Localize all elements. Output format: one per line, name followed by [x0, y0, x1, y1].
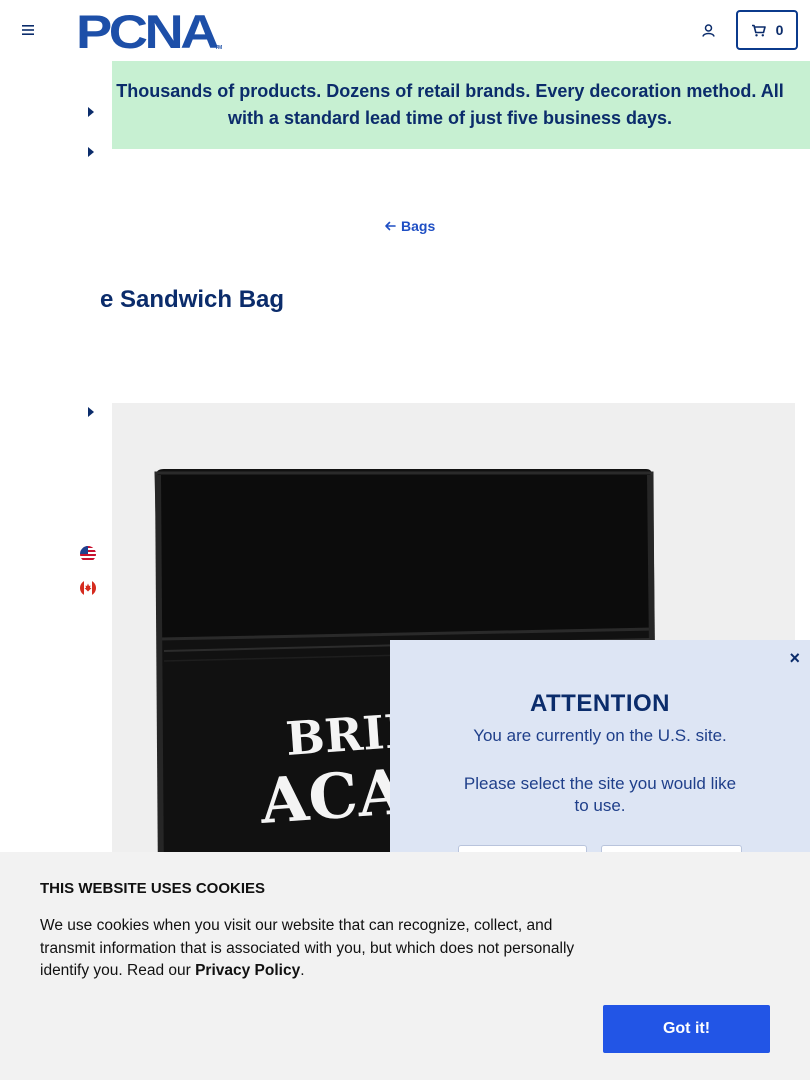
got-it-button[interactable]: Got it!	[603, 1005, 770, 1053]
product-title: e Sandwich Bag	[100, 286, 285, 313]
cookie-body: We use cookies when you visit our websit…	[40, 917, 575, 979]
arrow-left-icon	[385, 221, 396, 231]
select-site-text: Please select the site you would like to…	[463, 774, 737, 815]
back-link-label: Bags	[401, 218, 436, 234]
logo-trademark: TM	[215, 45, 222, 50]
hamburger-icon	[22, 25, 34, 35]
pcna-logo[interactable]: PCNA TM	[76, 5, 224, 58]
caret-right-icon[interactable]	[88, 107, 94, 117]
caret-right-icon[interactable]	[88, 147, 94, 157]
attention-title: ATTENTION	[529, 690, 671, 717]
caret-right-icon[interactable]	[88, 407, 94, 417]
cart-icon	[751, 24, 766, 36]
cookie-title: THIS WEBSITE USES COOKIES	[40, 880, 266, 897]
account-button[interactable]	[698, 20, 718, 40]
current-site-text: You are currently on the U.S. site.	[473, 726, 727, 745]
user-icon	[701, 23, 715, 37]
site-header: PCNA TM 0	[0, 0, 810, 60]
close-icon[interactable]: ×	[789, 649, 800, 667]
back-to-bags-link[interactable]: Bags	[384, 218, 435, 234]
promo-banner: Thousands of products. Dozens of retail …	[112, 61, 810, 149]
us-flag-icon[interactable]	[80, 546, 96, 562]
canada-flag-icon[interactable]	[80, 580, 96, 596]
cookie-text: We use cookies when you visit our websit…	[40, 915, 600, 983]
logo-mark: PCNA TM	[76, 5, 222, 58]
cart-count: 0	[775, 22, 784, 38]
menu-button[interactable]	[18, 20, 38, 40]
cart-button[interactable]: 0	[736, 10, 798, 50]
cookie-period: .	[300, 962, 305, 979]
cookie-banner: THIS WEBSITE USES COOKIES We use cookies…	[0, 852, 810, 1080]
promo-text: Thousands of products. Dozens of retail …	[116, 81, 784, 128]
privacy-policy-link[interactable]: Privacy Policy	[195, 962, 300, 979]
logo-text: PCNA	[76, 10, 218, 50]
